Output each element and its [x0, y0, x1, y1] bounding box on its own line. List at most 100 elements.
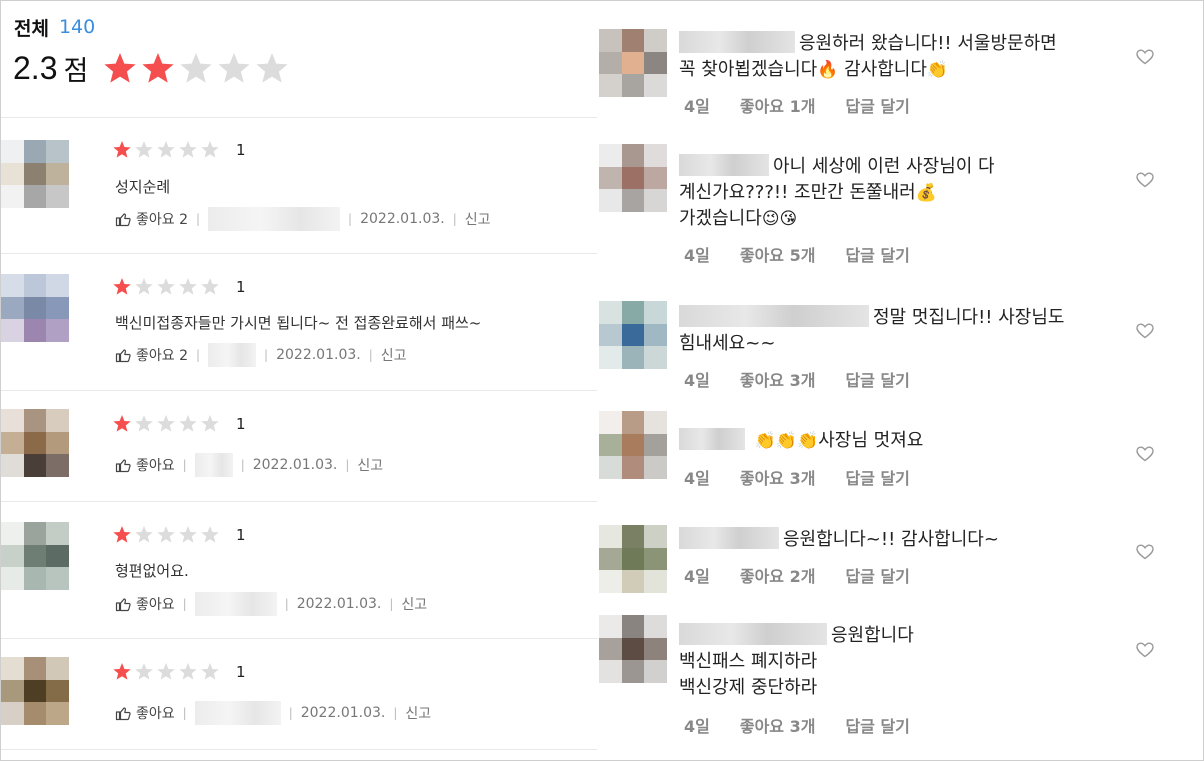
avatar — [599, 301, 667, 369]
heart-icon[interactable] — [1135, 640, 1155, 660]
money-bag-icon: 💰 — [915, 183, 937, 203]
comment-likes[interactable]: 좋아요 3개 — [740, 367, 816, 391]
comment-likes[interactable]: 좋아요 3개 — [740, 465, 816, 489]
average-score: 2.3 — [13, 50, 58, 86]
thumbs-up-icon[interactable] — [115, 705, 131, 721]
avatar — [1, 274, 69, 342]
rating-value: 1 — [236, 663, 246, 681]
comment-time: 4일 — [684, 371, 710, 390]
heart-icon[interactable] — [1135, 170, 1155, 190]
comment-meta: 4일 좋아요 1개 답글 달기 — [684, 93, 910, 117]
reply-button[interactable]: 답글 달기 — [845, 93, 909, 117]
clapping-hands-icon: 👏 — [926, 60, 949, 80]
report-link[interactable]: 신고 — [465, 209, 491, 229]
review-meta: 좋아요 2 | | 2022.01.03. | 신고 — [115, 207, 491, 231]
comment-text: 응원합니다 백신패스 폐지하라 백신강제 중단하라 — [679, 623, 914, 698]
comment-meta: 4일 좋아요 3개 답글 달기 — [684, 367, 910, 391]
comment-likes[interactable]: 좋아요 1개 — [740, 93, 816, 117]
score-summary: 2.3 점 — [13, 49, 290, 88]
divider: | — [288, 706, 293, 720]
report-link[interactable]: 신고 — [381, 345, 407, 365]
heart-icon[interactable] — [1135, 542, 1155, 562]
fire-icon: 🔥 — [817, 60, 839, 80]
comment-time: 4일 — [684, 717, 710, 736]
avatar — [599, 525, 667, 593]
review-total: 전체 140 — [14, 14, 95, 40]
comment-meta: 4일 좋아요 3개 답글 달기 — [684, 465, 910, 489]
thumbs-up-icon[interactable] — [115, 347, 131, 363]
reviews-panel: 전체 140 2.3 점 1 성지순례 좋아요 2 | | 2022.01.03… — [1, 1, 597, 762]
commenter-name-blurred — [679, 154, 769, 176]
comment-time: 4일 — [684, 567, 710, 586]
review-text: 성지순례 — [115, 178, 171, 196]
commenter-name-blurred — [679, 305, 869, 327]
divider: | — [389, 597, 394, 611]
rating-value: 1 — [236, 415, 246, 433]
review-date: 2022.01.03. — [252, 457, 338, 473]
review-date: 2022.01.03. — [360, 211, 445, 227]
comment-meta: 4일 좋아요 5개 답글 달기 — [684, 242, 910, 266]
comment-likes[interactable]: 좋아요 5개 — [740, 242, 816, 266]
review-item: 1 백신미접종자들만 가시면 됩니다~ 전 접종완료해서 패쓰~ 좋아요 2 |… — [1, 253, 597, 391]
thumbs-up-icon[interactable] — [115, 596, 131, 612]
comment-item: 👏👏👏사장님 멋져요 4일 좋아요 3개 답글 달기 — [597, 411, 1204, 503]
star-rating-icon — [113, 663, 219, 680]
like-button[interactable]: 좋아요 — [136, 594, 175, 614]
average-star-rating — [102, 51, 290, 87]
comment-time: 4일 — [684, 97, 710, 116]
comment-item: 응원합니다 백신패스 폐지하라 백신강제 중단하라 4일 좋아요 3개 답글 달… — [597, 615, 1204, 745]
divider: | — [348, 212, 353, 226]
comment-meta: 4일 좋아요 2개 답글 달기 — [684, 563, 910, 587]
review-star-rating: 1 — [112, 140, 246, 160]
divider: | — [182, 706, 187, 720]
avatar — [599, 144, 667, 212]
reply-button[interactable]: 답글 달기 — [845, 713, 909, 737]
report-link[interactable]: 신고 — [405, 703, 431, 723]
star-rating-icon — [113, 526, 219, 543]
comment-likes[interactable]: 좋아요 2개 — [740, 563, 816, 587]
divider: | — [284, 597, 289, 611]
thumbs-up-icon[interactable] — [115, 211, 131, 227]
report-link[interactable]: 신고 — [401, 594, 427, 614]
review-date: 2022.01.03. — [296, 596, 382, 612]
divider: | — [240, 458, 245, 472]
heart-icon[interactable] — [1135, 47, 1155, 67]
comment-item: 응원하러 왔습니다!! 서울방문하면 꼭 찾아뵙겠습니다🔥 감사합니다👏 4일 … — [597, 27, 1204, 127]
like-button[interactable]: 좋아요 — [136, 455, 175, 475]
clapping-hands-icon: 👏👏👏 — [754, 431, 819, 451]
thumbs-up-icon[interactable] — [115, 457, 131, 473]
report-link[interactable]: 신고 — [357, 455, 383, 475]
commenter-name-blurred — [679, 31, 795, 53]
divider: | — [264, 348, 269, 362]
reply-button[interactable]: 답글 달기 — [845, 563, 909, 587]
divider: | — [196, 212, 201, 226]
divider: | — [196, 348, 201, 362]
reviewer-name-blurred — [208, 207, 341, 231]
heart-icon[interactable] — [1135, 444, 1155, 464]
like-button[interactable]: 좋아요 2 — [136, 209, 188, 229]
review-meta: 좋아요 | | 2022.01.03. | 신고 — [115, 453, 383, 477]
rating-value: 1 — [236, 526, 246, 544]
comment-time: 4일 — [684, 246, 710, 265]
avatar — [1, 522, 69, 590]
reply-button[interactable]: 답글 달기 — [845, 242, 909, 266]
like-button[interactable]: 좋아요 2 — [136, 345, 188, 365]
review-text: 형편없어요. — [115, 562, 189, 580]
divider: | — [182, 458, 187, 472]
commenter-name-blurred — [679, 623, 827, 645]
comment-text: 👏👏👏사장님 멋져요 — [679, 428, 1109, 454]
like-button[interactable]: 좋아요 — [136, 703, 175, 723]
review-item: 1 형편없어요. 좋아요 | | 2022.01.03. | 신고 — [1, 501, 597, 639]
review-item: 1 성지순례 좋아요 2 | | 2022.01.03. | 신고 — [1, 117, 597, 254]
reviewer-name-blurred — [194, 453, 233, 477]
avatar — [599, 29, 667, 97]
comment-text: 아니 세상에 이런 사장님이 다 계신가요???!! 조만간 돈쭐내러💰 가겠습… — [679, 154, 995, 229]
avatar — [1, 409, 69, 477]
comment-likes[interactable]: 좋아요 3개 — [740, 713, 816, 737]
heart-icon[interactable] — [1135, 321, 1155, 341]
review-meta: 좋아요 | | 2022.01.03. | 신고 — [115, 701, 431, 725]
rating-value: 1 — [236, 278, 246, 296]
reply-button[interactable]: 답글 달기 — [845, 465, 909, 489]
reply-button[interactable]: 답글 달기 — [845, 367, 909, 391]
review-item: 1 좋아요 | | 2022.01.03. | 신고 — [1, 638, 597, 750]
